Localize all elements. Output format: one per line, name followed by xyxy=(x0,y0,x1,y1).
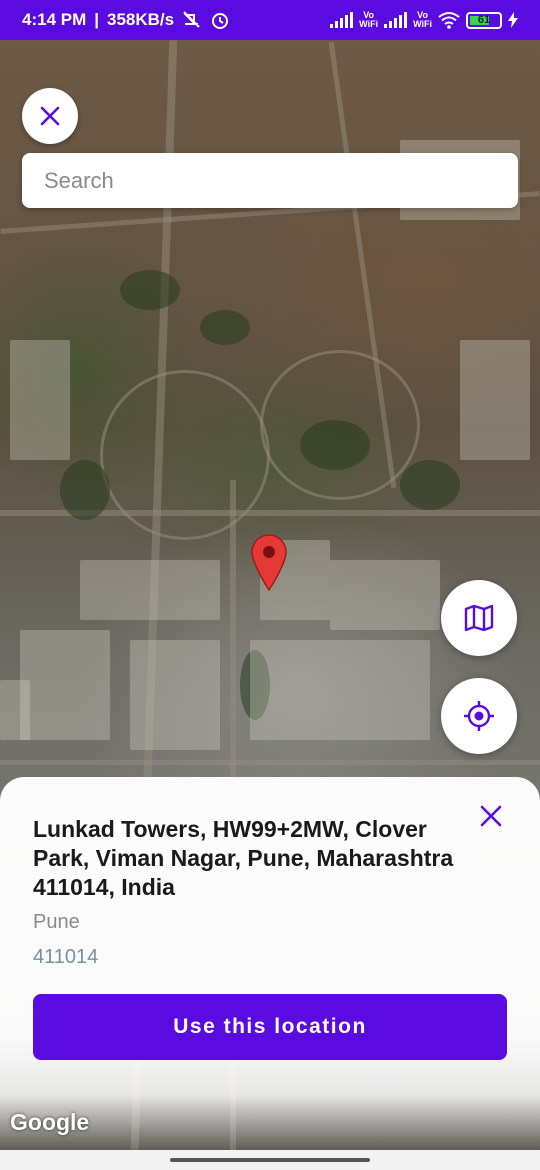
wifi-icon xyxy=(438,12,460,29)
signal-icon xyxy=(330,12,354,28)
crosshair-icon xyxy=(464,701,494,731)
close-button[interactable] xyxy=(22,88,78,144)
signal-icon-2 xyxy=(384,12,408,28)
status-bar: 4:14 PM | 358KB/s Vo WiFi Vo WiFi 61 xyxy=(0,0,540,40)
status-left: 4:14 PM | 358KB/s xyxy=(22,10,230,30)
navigation-bar xyxy=(0,1150,540,1170)
close-icon xyxy=(40,106,60,126)
vowifi-label-2: Vo WiFi xyxy=(413,10,432,29)
use-this-location-button[interactable]: Use this location xyxy=(33,994,507,1060)
status-time: 4:14 PM xyxy=(22,10,87,29)
charging-icon xyxy=(508,12,518,28)
alarm-icon xyxy=(212,13,229,29)
search-bar[interactable] xyxy=(22,153,518,208)
mute-icon xyxy=(183,11,200,28)
google-logo: Google xyxy=(10,1109,90,1135)
status-network-speed: 358KB/s xyxy=(107,10,175,29)
location-address: Lunkad Towers, HW99+2MW, Clover Park, Vi… xyxy=(33,816,454,900)
map-type-button[interactable] xyxy=(441,580,517,656)
sheet-close-button[interactable] xyxy=(476,801,506,831)
battery-icon: 61 xyxy=(466,11,502,29)
location-pin-icon xyxy=(251,534,287,591)
close-icon xyxy=(480,805,502,827)
map-icon xyxy=(464,604,494,632)
search-input[interactable] xyxy=(44,167,496,194)
home-gesture-handle[interactable] xyxy=(170,1158,370,1162)
status-right: Vo WiFi Vo WiFi 61 xyxy=(330,11,518,29)
my-location-button[interactable] xyxy=(441,678,517,754)
vowifi-label-1: Vo WiFi xyxy=(359,10,379,29)
location-details-sheet: Lunkad Towers, HW99+2MW, Clover Park, Vi… xyxy=(0,777,540,1150)
location-city: Pune xyxy=(33,911,80,933)
location-pincode: 411014 xyxy=(33,946,99,968)
